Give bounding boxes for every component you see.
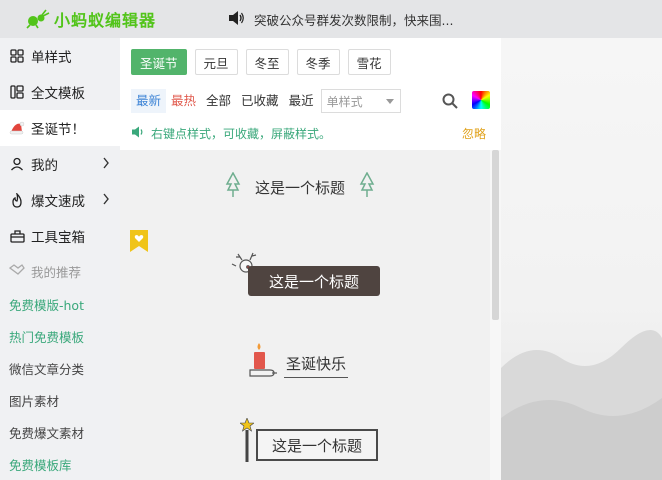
sample-title-box: 这是一个标题 bbox=[256, 429, 378, 461]
chevron-right-icon bbox=[102, 193, 110, 209]
tree-icon bbox=[359, 171, 375, 202]
mountain-landscape-image bbox=[501, 330, 662, 480]
sample-title-text: 这是一个标题 bbox=[271, 436, 362, 455]
scrollbar-thumb[interactable] bbox=[492, 150, 499, 320]
toolbox-icon bbox=[9, 228, 25, 244]
chevron-right-icon bbox=[102, 157, 110, 173]
ant-logo-icon bbox=[26, 9, 50, 29]
sample-title-text: 圣诞快乐 bbox=[284, 353, 349, 378]
style-sample[interactable]: 圣诞快乐 bbox=[248, 342, 349, 382]
filter-recent[interactable]: 最近 bbox=[284, 89, 319, 113]
sidebar-item-label: 爆文速成 bbox=[31, 194, 85, 210]
tab-winter-solstice[interactable]: 冬至 bbox=[245, 49, 289, 75]
sidebar-item-label: 单样式 bbox=[31, 50, 72, 66]
filter-favorited[interactable]: 已收藏 bbox=[236, 89, 284, 113]
tree-icon bbox=[225, 171, 241, 202]
sidebar: 单样式 全文模板 圣诞节！ 我的 爆文速成 工具宝箱 我的推荐 免费模版-hot… bbox=[0, 38, 120, 480]
tab-christmas[interactable]: 圣诞节 bbox=[131, 49, 187, 75]
recommend-link[interactable]: 热门免费模板 bbox=[0, 320, 120, 352]
logo-text: 小蚂蚁编辑器 bbox=[54, 11, 157, 30]
sample-title-text: 这是一个标题 bbox=[255, 178, 346, 197]
candle-icon bbox=[248, 342, 278, 382]
sidebar-item-full-template[interactable]: 全文模板 bbox=[0, 74, 120, 110]
sidebar-item-mine[interactable]: 我的 bbox=[0, 146, 120, 182]
style-panel: 圣诞节 元旦 冬至 冬季 雪花 最新 最热 全部 已收藏 最近 单样式 右键点样… bbox=[120, 38, 501, 480]
user-icon bbox=[9, 156, 25, 172]
logo[interactable]: 小蚂蚁编辑器 bbox=[26, 8, 156, 30]
notice-text: 突破公众号群发次数限制，快来围... bbox=[254, 13, 454, 28]
sidebar-item-toolbox[interactable]: 工具宝箱 bbox=[0, 218, 120, 254]
recommend-link[interactable]: 免费模板库 bbox=[0, 448, 120, 480]
hint-bar: 右键点样式，可收藏，屏蔽样式。 bbox=[131, 125, 331, 142]
star-pole-icon bbox=[239, 417, 255, 466]
filter-bar: 最新 最热 全部 已收藏 最近 单样式 bbox=[131, 89, 401, 113]
sidebar-item-single-style[interactable]: 单样式 bbox=[0, 38, 120, 74]
style-sample[interactable]: 这是一个标题 bbox=[248, 266, 380, 296]
filter-newest[interactable]: 最新 bbox=[131, 89, 167, 113]
ignore-link[interactable]: 忽略 bbox=[462, 125, 486, 142]
hint-text: 右键点样式，可收藏，屏蔽样式。 bbox=[151, 127, 332, 141]
top-bar: 小蚂蚁编辑器 突破公众号群发次数限制，快来围... bbox=[0, 0, 662, 38]
tab-snowflake[interactable]: 雪花 bbox=[347, 49, 391, 75]
sample-title-text: 这是一个标题 bbox=[268, 272, 359, 291]
filter-hottest[interactable]: 最热 bbox=[166, 89, 201, 113]
tab-new-year[interactable]: 元旦 bbox=[194, 49, 238, 75]
speaker-icon bbox=[131, 126, 145, 141]
santa-hat-icon bbox=[9, 120, 25, 136]
sidebar-item-label: 全文模板 bbox=[31, 86, 85, 102]
recommend-link[interactable]: 图片素材 bbox=[0, 384, 120, 416]
recommend-link[interactable]: 免费爆文素材 bbox=[0, 416, 120, 448]
tab-winter[interactable]: 冬季 bbox=[296, 49, 340, 75]
sidebar-item-christmas[interactable]: 圣诞节！ bbox=[0, 110, 120, 146]
editor-background bbox=[501, 38, 662, 480]
style-sample[interactable]: 这是一个标题 bbox=[225, 171, 375, 202]
recommend-heading: 我的推荐 bbox=[0, 254, 120, 288]
select-value: 单样式 bbox=[326, 94, 363, 109]
grid-icon bbox=[9, 48, 25, 64]
category-tabs: 圣诞节 元旦 冬至 冬季 雪花 bbox=[131, 49, 391, 75]
style-preview-list: 这是一个标题 这是一个标题 圣诞快乐 这是一个标题 bbox=[120, 150, 501, 480]
recommend-link[interactable]: 免费模版-hot bbox=[0, 288, 120, 320]
bookmark-heart-icon[interactable] bbox=[129, 229, 149, 257]
speaker-icon bbox=[228, 11, 244, 28]
search-icon[interactable] bbox=[442, 93, 458, 113]
recommend-title: 我的推荐 bbox=[31, 264, 82, 280]
flame-icon bbox=[9, 192, 25, 208]
handshake-icon bbox=[8, 263, 25, 279]
filter-all[interactable]: 全部 bbox=[201, 89, 236, 113]
notice-bar[interactable]: 突破公众号群发次数限制，快来围... bbox=[228, 10, 453, 29]
recommend-link[interactable]: 微信文章分类 bbox=[0, 352, 120, 384]
sidebar-item-label: 工具宝箱 bbox=[31, 230, 85, 246]
color-picker-icon[interactable] bbox=[472, 91, 490, 109]
sidebar-item-label: 我的 bbox=[31, 158, 58, 174]
chevron-down-icon bbox=[385, 99, 394, 104]
style-type-select[interactable]: 单样式 bbox=[320, 89, 401, 113]
sidebar-item-viral[interactable]: 爆文速成 bbox=[0, 182, 120, 218]
template-icon bbox=[9, 84, 25, 100]
sidebar-item-label: 圣诞节！ bbox=[31, 122, 85, 138]
